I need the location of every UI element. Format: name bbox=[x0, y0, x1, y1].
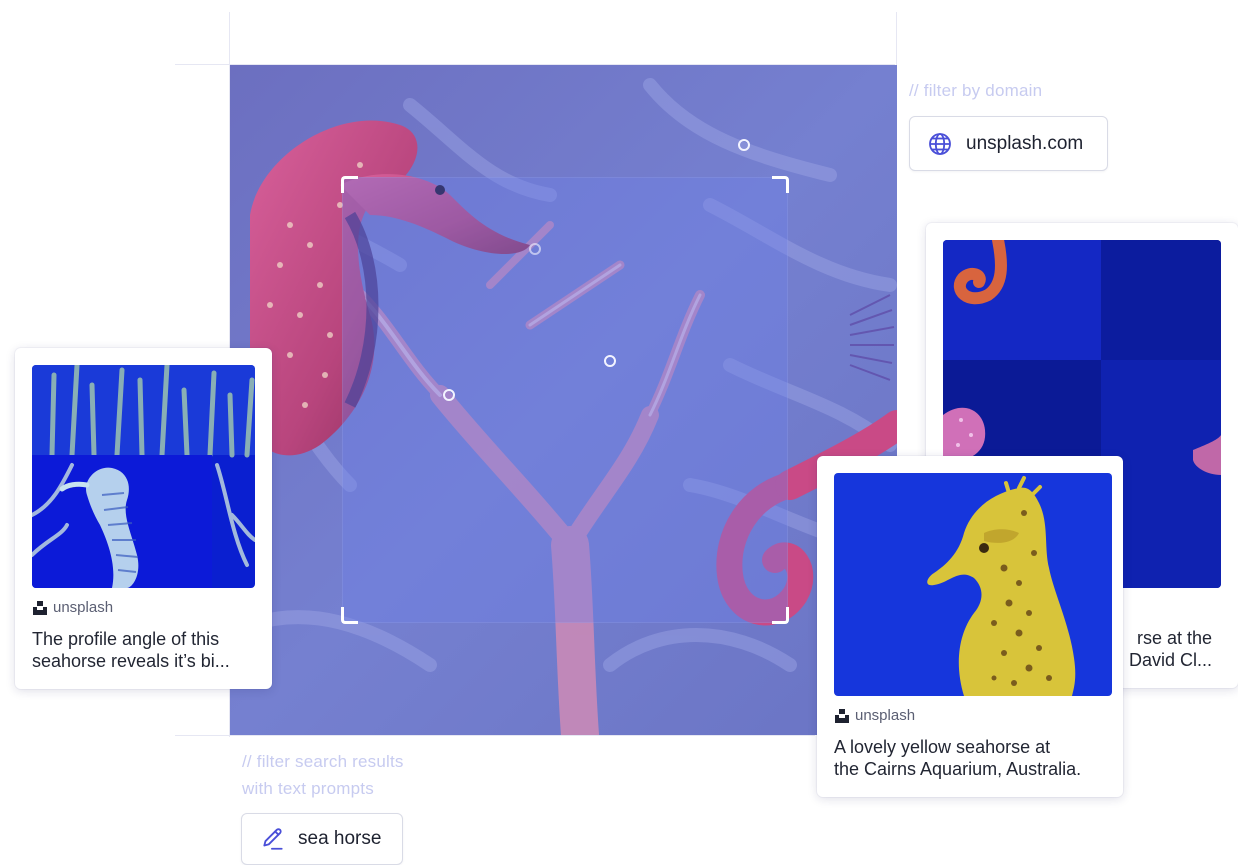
point-marker[interactable] bbox=[738, 139, 750, 151]
result-thumbnail bbox=[834, 473, 1112, 696]
result-caption: A lovely yellow seahorse at the Cairns A… bbox=[834, 737, 1082, 779]
crop-selection-box[interactable] bbox=[341, 176, 789, 624]
crop-handle-top-right[interactable] bbox=[772, 176, 789, 193]
point-marker[interactable] bbox=[604, 355, 616, 367]
unsplash-logo-icon bbox=[33, 600, 47, 615]
crop-handle-bottom-right[interactable] bbox=[772, 607, 789, 624]
text-filter-comment-line1: // filter search results bbox=[242, 752, 404, 771]
point-marker[interactable] bbox=[443, 389, 455, 401]
guide-line-bottom bbox=[175, 735, 815, 736]
result-source: unsplash bbox=[834, 707, 915, 724]
domain-filter-value: unsplash.com bbox=[966, 132, 1084, 154]
domain-filter-comment: // filter by domain bbox=[909, 81, 1043, 100]
crop-handle-bottom-left[interactable] bbox=[341, 607, 358, 624]
point-marker[interactable] bbox=[529, 243, 541, 255]
text-filter-comment-line2: with text prompts bbox=[242, 779, 374, 798]
result-card[interactable]: unsplash The profile angle of this seaho… bbox=[15, 348, 272, 689]
crop-handle-top-left[interactable] bbox=[341, 176, 358, 193]
unsplash-logo-icon bbox=[835, 708, 849, 723]
result-source: unsplash bbox=[32, 599, 113, 616]
domain-filter-chip[interactable]: unsplash.com bbox=[909, 116, 1108, 171]
result-caption: The profile angle of this seahorse revea… bbox=[32, 629, 230, 671]
text-prompt-value: sea horse bbox=[298, 828, 382, 849]
globe-icon bbox=[929, 132, 951, 155]
result-card[interactable]: unsplash A lovely yellow seahorse at the… bbox=[817, 456, 1123, 797]
result-thumbnail bbox=[32, 365, 255, 588]
text-prompt-chip[interactable]: sea horse bbox=[241, 813, 403, 865]
pencil-icon bbox=[263, 828, 283, 850]
